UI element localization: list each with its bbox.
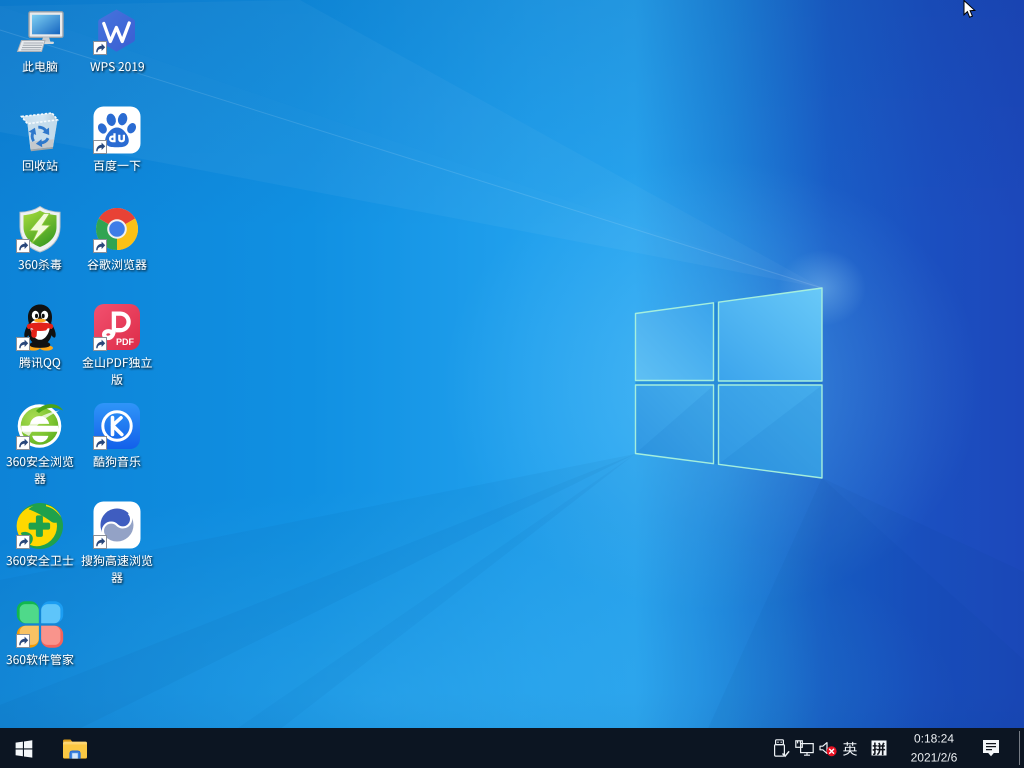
svg-text:PDF: PDF xyxy=(116,337,135,347)
